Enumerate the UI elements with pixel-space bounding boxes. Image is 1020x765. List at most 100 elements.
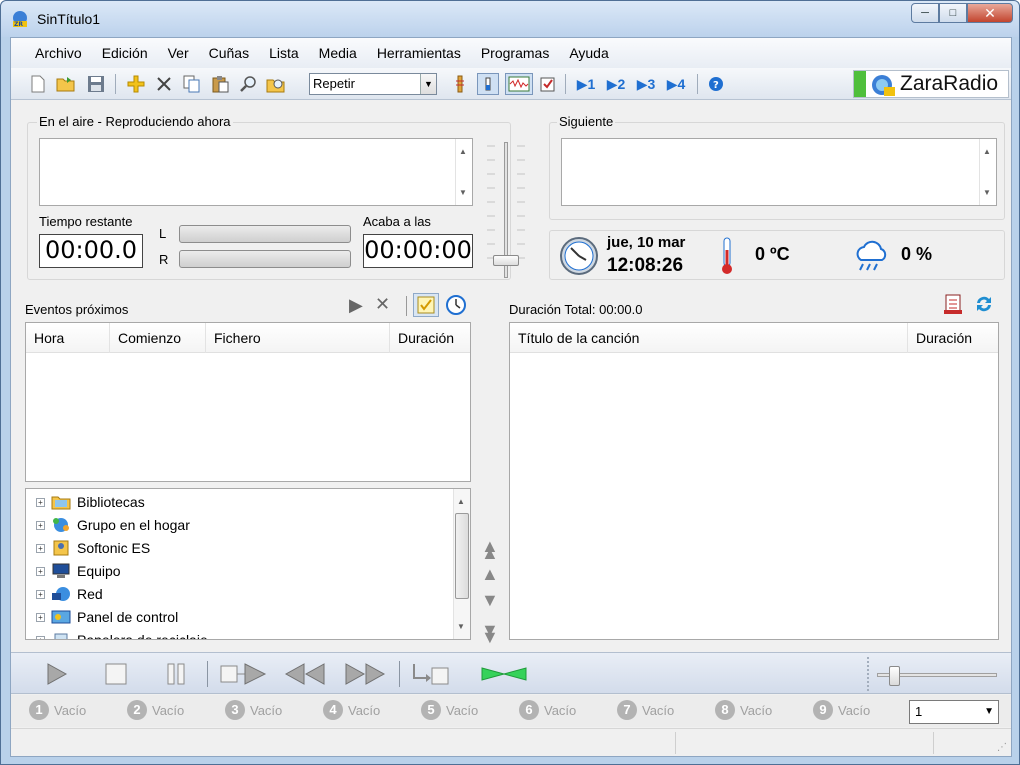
- tree-item[interactable]: + Softonic ES: [36, 537, 150, 559]
- tree-item[interactable]: + Grupo en el hogar: [36, 514, 190, 536]
- col-duracion-playlist[interactable]: Duración: [908, 323, 998, 353]
- menu-cunas[interactable]: Cuñas: [199, 38, 259, 68]
- search-icon[interactable]: [237, 73, 259, 95]
- title-bar[interactable]: ZR SinTítulo1 ─ □ ✕: [1, 1, 1019, 37]
- expand-icon[interactable]: +: [36, 497, 45, 507]
- add-icon[interactable]: [125, 73, 147, 95]
- maximize-button[interactable]: □: [939, 3, 967, 23]
- play-icon[interactable]: [41, 659, 71, 689]
- microphone-icon[interactable]: [449, 73, 471, 95]
- cart-button[interactable]: 5 Vacío: [421, 700, 478, 720]
- col-fichero[interactable]: Fichero: [206, 323, 390, 353]
- player-3-icon[interactable]: ▶3: [635, 73, 657, 95]
- col-duracion[interactable]: Duración: [390, 323, 470, 353]
- player-1-icon[interactable]: ▶1: [575, 73, 597, 95]
- tree-item[interactable]: + Red: [36, 583, 103, 605]
- events-list[interactable]: Hora Comienzo Fichero Duración: [25, 322, 471, 482]
- col-hora[interactable]: Hora: [26, 323, 110, 353]
- player-4-icon[interactable]: ▶4: [665, 73, 687, 95]
- next-track-scrollbar[interactable]: ▲ ▼: [979, 139, 996, 205]
- refresh-icon[interactable]: [973, 293, 995, 315]
- expand-icon[interactable]: +: [36, 612, 45, 622]
- pitch-slider-thumb[interactable]: [889, 666, 900, 686]
- expand-icon[interactable]: +: [36, 566, 45, 576]
- paste-icon[interactable]: [209, 73, 231, 95]
- save-icon[interactable]: [85, 73, 107, 95]
- checklist-icon[interactable]: [537, 73, 559, 95]
- menu-programas[interactable]: Programas: [471, 38, 559, 68]
- rewind-icon[interactable]: [283, 659, 327, 689]
- tree-item[interactable]: + Papelera de reciclaje: [36, 629, 208, 639]
- events-title: Eventos próximos: [25, 302, 129, 317]
- cart-button[interactable]: 9 Vacío: [813, 700, 870, 720]
- tree-scroll-thumb[interactable]: [455, 513, 469, 599]
- tree-scrollbar[interactable]: ▲ ▼: [453, 489, 470, 639]
- delete-icon[interactable]: [153, 73, 175, 95]
- move-down-icon[interactable]: ▼: [481, 590, 499, 611]
- cart-button[interactable]: 3 Vacío: [225, 700, 282, 720]
- rain-cloud-icon: [856, 240, 887, 271]
- cart-button[interactable]: 2 Vacío: [127, 700, 184, 720]
- move-bottom-icon[interactable]: ▼ ▼: [481, 612, 499, 646]
- explorer-tree[interactable]: ▲ ▼ + Bibliotecas + Grupo en el hogar + Softo…: [25, 488, 471, 640]
- close-button[interactable]: ✕: [967, 3, 1013, 23]
- repeat-mode-select[interactable]: Repetir ▼: [309, 73, 437, 95]
- fast-forward-icon[interactable]: [343, 659, 387, 689]
- new-file-icon[interactable]: [27, 73, 49, 95]
- menu-ayuda[interactable]: Ayuda: [559, 38, 618, 68]
- cart-button[interactable]: 4 Vacío: [323, 700, 380, 720]
- client-area: Archivo Edición Ver Cuñas Lista Media Herramie…: [10, 37, 1012, 757]
- cart-button[interactable]: 8 Vacío: [715, 700, 772, 720]
- menu-archivo[interactable]: Archivo: [25, 38, 92, 68]
- left-channel-label: L: [159, 226, 167, 241]
- waveform-icon[interactable]: [505, 73, 533, 95]
- cart-label: Vacío: [250, 702, 283, 718]
- menu-edicion[interactable]: Edición: [92, 38, 158, 68]
- expand-icon[interactable]: +: [36, 635, 45, 639]
- col-titulo[interactable]: Título de la canción: [510, 323, 908, 353]
- tree-item[interactable]: + Equipo: [36, 560, 121, 582]
- find-folder-icon[interactable]: [265, 73, 287, 95]
- cart-button[interactable]: 1 Vacío: [29, 700, 86, 720]
- now-playing-box[interactable]: ▲ ▼: [39, 138, 473, 206]
- pause-icon[interactable]: [161, 659, 191, 689]
- now-playing-scrollbar[interactable]: ▲ ▼: [455, 139, 472, 205]
- event-check-icon[interactable]: [413, 293, 439, 317]
- window-title: SinTítulo1: [37, 11, 101, 27]
- volume-slider-thumb[interactable]: [493, 255, 519, 267]
- col-comienzo[interactable]: Comienzo: [110, 323, 206, 353]
- cart-button[interactable]: 7 Vacío: [617, 700, 674, 720]
- playlist[interactable]: Título de la canción Duración: [509, 322, 999, 640]
- menu-media[interactable]: Media: [309, 38, 367, 68]
- cart-page-select[interactable]: 1 ▼: [909, 700, 999, 724]
- transport-bar: [11, 652, 1011, 694]
- playlist-save-icon[interactable]: [943, 293, 963, 315]
- menu-herramientas[interactable]: Herramientas: [367, 38, 471, 68]
- move-up-icon[interactable]: ▲: [481, 564, 499, 585]
- open-folder-icon[interactable]: [55, 73, 77, 95]
- cart-button[interactable]: 6 Vacío: [519, 700, 576, 720]
- pitch-slider[interactable]: [877, 666, 1001, 686]
- insert-next-icon[interactable]: [217, 659, 271, 689]
- level-meter-icon[interactable]: [477, 73, 499, 95]
- tree-item[interactable]: + Bibliotecas: [36, 491, 145, 513]
- stop-icon[interactable]: [101, 659, 131, 689]
- delete-event-icon[interactable]: ✕: [375, 294, 390, 315]
- expand-icon[interactable]: +: [36, 520, 45, 530]
- cue-out-icon[interactable]: [409, 659, 453, 689]
- player-2-icon[interactable]: ▶2: [605, 73, 627, 95]
- crossfade-icon[interactable]: [479, 659, 529, 689]
- expand-icon[interactable]: +: [36, 543, 45, 553]
- copy-icon[interactable]: [181, 73, 203, 95]
- expand-icon[interactable]: +: [36, 589, 45, 599]
- play-event-icon[interactable]: ▶: [349, 295, 363, 316]
- minimize-button[interactable]: ─: [911, 3, 939, 23]
- menu-lista[interactable]: Lista: [259, 38, 309, 68]
- tree-item[interactable]: + Panel de control: [36, 606, 178, 628]
- help-icon[interactable]: ?: [705, 73, 727, 95]
- resize-grip-icon[interactable]: ⋰: [997, 742, 1007, 753]
- menu-ver[interactable]: Ver: [158, 38, 199, 68]
- next-track-box[interactable]: ▲ ▼: [561, 138, 997, 206]
- event-clock-icon[interactable]: [445, 294, 467, 316]
- volume-slider[interactable]: [485, 138, 527, 283]
